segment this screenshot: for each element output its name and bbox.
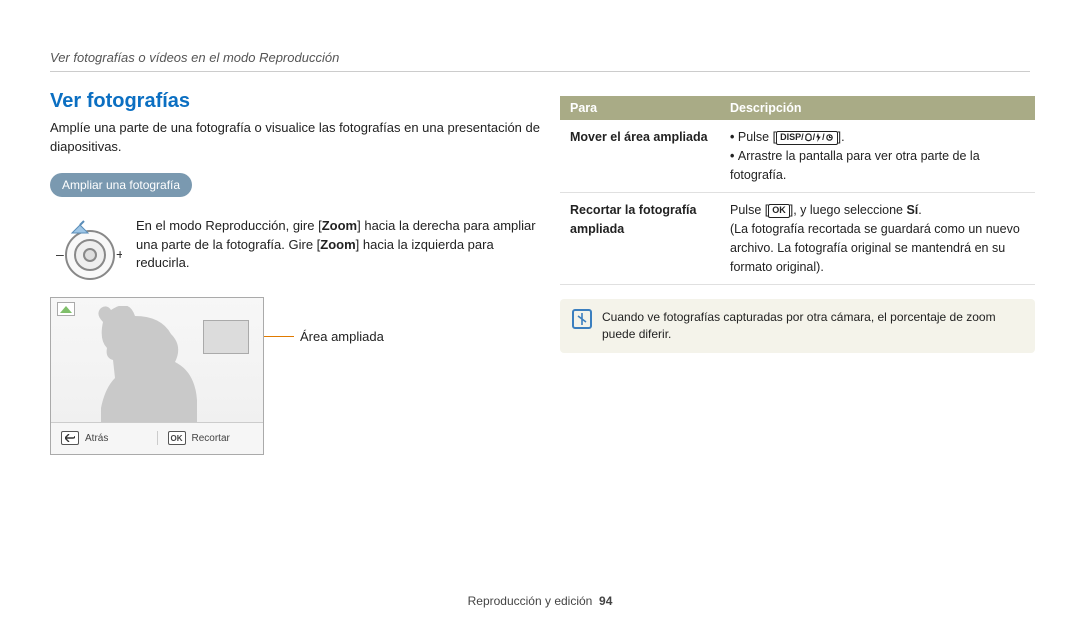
svg-text:+: + bbox=[116, 246, 122, 262]
description-table: Para Descripción Mover el área ampliada … bbox=[560, 96, 1035, 285]
row-desc: Pulse [OK], y luego seleccione Sí. (La f… bbox=[720, 193, 1035, 285]
gallery-icon bbox=[57, 302, 75, 316]
row-key: Recortar la fotografía ampliada bbox=[560, 193, 720, 285]
right-column: Para Descripción Mover el área ampliada … bbox=[560, 96, 1035, 353]
col-header-desc: Descripción bbox=[720, 96, 1035, 120]
back-key-icon bbox=[61, 431, 79, 445]
page-footer: Reproducción y edición 94 bbox=[0, 594, 1080, 608]
back-label: Atrás bbox=[85, 433, 108, 444]
subsection-pill: Ampliar una fotografía bbox=[50, 173, 192, 197]
table-row: Mover el área ampliada Pulse [DISP///]. … bbox=[560, 120, 1035, 193]
dial-instructions: En el modo Reproducción, gire [Zoom] hac… bbox=[136, 211, 540, 274]
zoom-dial-icon: – + bbox=[50, 211, 122, 283]
breadcrumb: Ver fotografías o vídeos en el modo Repr… bbox=[50, 50, 1030, 72]
svg-text:–: – bbox=[56, 246, 64, 262]
note-icon bbox=[572, 309, 592, 329]
silhouette-graphic bbox=[75, 306, 205, 424]
row-desc: Pulse [DISP///]. Arrastre la pantalla pa… bbox=[720, 120, 1035, 193]
row-key: Mover el área ampliada bbox=[560, 120, 720, 193]
col-header-para: Para bbox=[560, 96, 720, 120]
note-text: Cuando ve fotografías capturadas por otr… bbox=[602, 309, 1023, 343]
section-title: Ver fotografías bbox=[50, 90, 540, 113]
leader-line bbox=[264, 336, 294, 337]
leader-label: Área ampliada bbox=[300, 329, 384, 344]
ok-key-icon: OK bbox=[768, 204, 790, 218]
left-column: Ver fotografías Amplíe una parte de una … bbox=[50, 90, 540, 455]
ok-key-icon: OK bbox=[168, 431, 186, 445]
note-box: Cuando ve fotografías capturadas por otr… bbox=[560, 299, 1035, 353]
crop-button-area[interactable]: OK Recortar bbox=[157, 431, 264, 445]
crop-label: Recortar bbox=[192, 433, 230, 444]
back-button-area[interactable]: Atrás bbox=[51, 431, 157, 445]
table-row: Recortar la fotografía ampliada Pulse [O… bbox=[560, 193, 1035, 285]
intro-text: Amplíe una parte de una fotografía o vis… bbox=[50, 119, 540, 157]
photo-preview: Atrás OK Recortar bbox=[50, 297, 264, 455]
minimap bbox=[203, 320, 249, 354]
disp-key-icon: DISP/// bbox=[776, 131, 838, 145]
